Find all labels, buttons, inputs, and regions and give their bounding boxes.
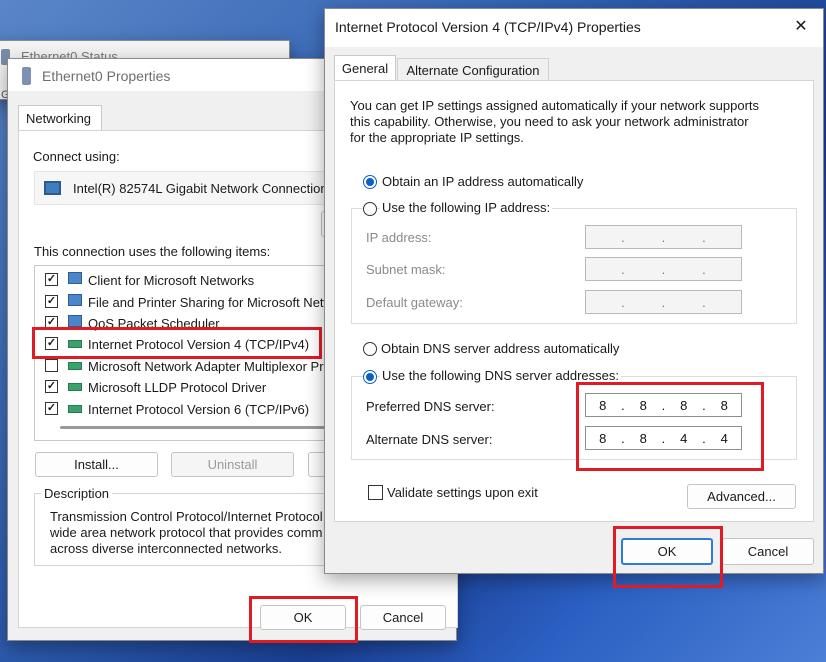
client-icon — [68, 272, 82, 284]
obtain-ip-auto-radio[interactable] — [363, 175, 377, 189]
protocol-icon — [68, 405, 82, 413]
protocol-icon — [68, 340, 82, 348]
ip-address-field[interactable]: ... — [585, 225, 742, 249]
items-label: This connection uses the following items… — [34, 244, 271, 259]
item-checkbox[interactable]: ✓ — [45, 380, 58, 393]
list-item[interactable]: Client for Microsoft Networks — [88, 273, 254, 288]
list-item[interactable]: QoS Packet Scheduler — [88, 316, 220, 331]
components-list[interactable]: ✓ Client for Microsoft Networks ✓ File a… — [34, 265, 352, 441]
uninstall-button[interactable]: Uninstall — [171, 452, 294, 477]
ipv4-properties-dialog: Internet Protocol Version 4 (TCP/IPv4) P… — [324, 8, 824, 588]
list-item[interactable]: Microsoft Network Adapter Multiplexor Pr… — [88, 359, 351, 374]
list-horizontal-scrollbar[interactable] — [60, 426, 350, 429]
obtain-dns-auto-radio[interactable] — [363, 342, 377, 356]
adapter-field: Intel(R) 82574L Gigabit Network Connecti… — [34, 171, 354, 205]
description-label: Description — [41, 486, 113, 501]
intro-line: for the appropriate IP settings. — [350, 130, 524, 145]
ethernet-ok-button[interactable]: OK — [260, 605, 346, 630]
list-item[interactable]: Internet Protocol Version 4 (TCP/IPv4) — [88, 337, 309, 352]
subnet-mask-label: Subnet mask: — [366, 262, 446, 277]
list-item[interactable]: Internet Protocol Version 6 (TCP/IPv6) — [88, 402, 309, 417]
ipv4-ok-button[interactable]: OK — [621, 538, 713, 565]
tab-networking-label: Networking — [26, 111, 92, 126]
item-checkbox[interactable]: ✓ — [45, 316, 58, 329]
ethernet-properties-title: Ethernet0 Properties — [42, 68, 171, 84]
item-checkbox[interactable] — [45, 359, 58, 372]
advanced-button[interactable]: Advanced... — [687, 484, 796, 509]
description-line: Transmission Control Protocol/Internet P… — [50, 509, 323, 524]
adapter-name: Intel(R) 82574L Gigabit Network Connecti… — [73, 181, 328, 196]
alternate-dns-label: Alternate DNS server: — [366, 432, 493, 447]
ip-address-label: IP address: — [366, 230, 432, 245]
connect-using-label: Connect using: — [33, 149, 120, 164]
alternate-dns-field[interactable]: 8. 8. 4. 4 — [585, 426, 742, 450]
intro-line: You can get IP settings assigned automat… — [350, 98, 760, 113]
item-checkbox[interactable]: ✓ — [45, 295, 58, 308]
preferred-dns-field[interactable]: 8. 8. 8. 8 — [585, 393, 742, 417]
ipv4-cancel-button[interactable]: Cancel — [722, 538, 814, 565]
intro-line: this capability. Otherwise, you need to … — [350, 114, 749, 129]
validate-label[interactable]: Validate settings upon exit — [387, 485, 538, 500]
sharing-icon — [68, 294, 82, 306]
tab-alternate-configuration[interactable]: Alternate Configuration — [397, 58, 549, 81]
network-adapter-icon — [22, 67, 31, 85]
use-following-dns-radio[interactable] — [363, 370, 377, 384]
item-checkbox[interactable]: ✓ — [45, 402, 58, 415]
tab-networking[interactable]: Networking — [18, 105, 102, 131]
use-following-dns-label[interactable]: Use the following DNS server addresses: — [380, 368, 621, 383]
validate-checkbox[interactable] — [368, 485, 383, 500]
qos-icon — [68, 315, 82, 327]
description-line: wide area network protocol that provides… — [50, 525, 323, 540]
obtain-dns-auto-label[interactable]: Obtain DNS server address automatically — [381, 341, 619, 356]
default-gateway-field[interactable]: ... — [585, 290, 742, 314]
tab-general[interactable]: General — [334, 55, 396, 81]
ethernet-cancel-button[interactable]: Cancel — [360, 605, 446, 630]
item-checkbox[interactable]: ✓ — [45, 337, 58, 350]
description-line: across diverse interconnected networks. — [50, 541, 282, 556]
ipv4-dialog-title: Internet Protocol Version 4 (TCP/IPv4) P… — [335, 19, 641, 35]
default-gateway-label: Default gateway: — [366, 295, 463, 310]
obtain-ip-auto-label[interactable]: Obtain an IP address automatically — [382, 174, 583, 189]
preferred-dns-label: Preferred DNS server: — [366, 399, 495, 414]
install-button[interactable]: Install... — [35, 452, 158, 477]
adapter-icon — [44, 181, 61, 195]
item-checkbox[interactable]: ✓ — [45, 273, 58, 286]
protocol-icon — [68, 383, 82, 391]
protocol-icon — [68, 362, 82, 370]
use-following-ip-radio[interactable] — [363, 202, 377, 216]
close-icon[interactable]: ✕ — [791, 17, 811, 37]
subnet-mask-field[interactable]: ... — [585, 257, 742, 281]
use-following-ip-label[interactable]: Use the following IP address: — [380, 200, 553, 215]
list-item[interactable]: File and Printer Sharing for Microsoft N… — [88, 295, 351, 310]
list-item[interactable]: Microsoft LLDP Protocol Driver — [88, 380, 266, 395]
